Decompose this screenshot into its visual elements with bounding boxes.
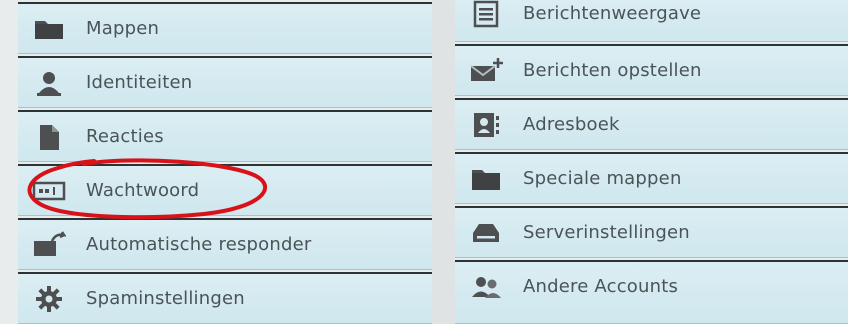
server-icon [469,219,503,247]
menu-label-andere-accounts: Andere Accounts [523,276,679,297]
menu-label-reacties: Reacties [86,126,164,147]
compose-message-icon [469,57,503,85]
menu-item-reacties[interactable]: Reacties [18,110,432,162]
menu-item-identiteiten[interactable]: Identiteiten [18,56,432,108]
menu-label-automatische-responder: Automatische responder [86,234,312,255]
user-icon [32,69,66,97]
menu-label-spaminstellingen: Spaminstellingen [86,288,245,309]
menu-item-automatische-responder[interactable]: Automatische responder [18,218,432,270]
menu-label-mappen: Mappen [86,18,160,39]
gear-icon [32,285,66,313]
menu-item-mappen[interactable]: Mappen [18,2,432,54]
folder-icon [32,15,66,43]
column-divider [432,0,455,324]
menu-item-speciale-mappen[interactable]: Speciale mappen [455,152,848,204]
document-icon [32,123,66,151]
menu-item-spaminstellingen[interactable]: Spaminstellingen [18,272,432,324]
password-field-icon [32,177,66,205]
folder-icon [469,165,503,193]
auto-reply-icon [32,231,67,259]
left-settings-menu: Mappen Identiteiten Reacties Wachtwoord … [18,0,432,324]
menu-label-wachtwoord: Wachtwoord [86,180,200,201]
menu-label-berichten-opstellen: Berichten opstellen [523,60,702,81]
right-settings-menu: Berichtenweergave Berichten opstellen Ad… [455,0,848,324]
menu-label-adresboek: Adresboek [523,114,620,135]
menu-item-wachtwoord[interactable]: Wachtwoord [18,164,432,216]
menu-label-serverinstellingen: Serverinstellingen [523,222,690,243]
menu-label-speciale-mappen: Speciale mappen [523,168,682,189]
menu-item-serverinstellingen[interactable]: Serverinstellingen [455,206,848,258]
menu-item-andere-accounts[interactable]: Andere Accounts [455,260,848,324]
message-view-icon [469,0,503,28]
users-icon [469,273,503,301]
menu-item-berichten-opstellen[interactable]: Berichten opstellen [455,44,848,96]
menu-item-adresboek[interactable]: Adresboek [455,98,848,150]
address-book-icon [469,111,503,139]
menu-item-berichtenweergave[interactable]: Berichtenweergave [455,0,848,42]
menu-label-identiteiten: Identiteiten [86,72,193,93]
menu-label-berichtenweergave: Berichtenweergave [523,3,702,24]
